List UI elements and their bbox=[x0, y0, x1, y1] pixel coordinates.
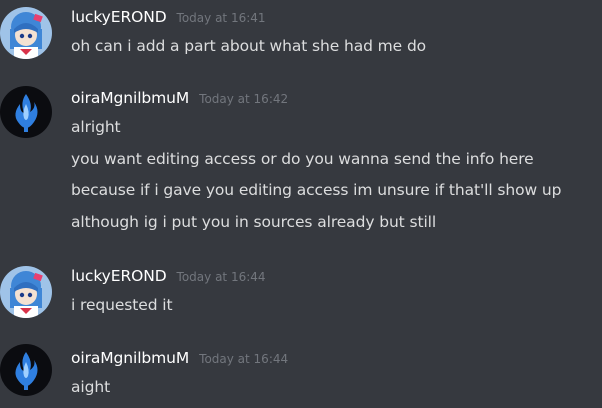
username[interactable]: luckyEROND bbox=[71, 8, 167, 26]
avatar[interactable] bbox=[0, 266, 52, 318]
timestamp[interactable]: Today at 16:42 bbox=[199, 92, 288, 106]
message-text: i requested it bbox=[71, 296, 173, 314]
message-text: because if i gave you editing access im … bbox=[71, 181, 562, 199]
timestamp[interactable]: Today at 16:44 bbox=[199, 352, 288, 366]
anime-character-avatar-icon bbox=[0, 7, 52, 59]
message-text: although ig i put you in sources already… bbox=[71, 213, 437, 231]
username[interactable]: oiraMgnilbmuM bbox=[71, 89, 189, 107]
timestamp[interactable]: Today at 16:44 bbox=[177, 270, 266, 284]
message-text: you want editing access or do you wanna … bbox=[71, 150, 534, 168]
avatar[interactable] bbox=[0, 344, 52, 396]
message-group: luckyEROND Today at 16:41 oh can i add a… bbox=[0, 0, 602, 60]
message-text: aight bbox=[71, 378, 111, 396]
avatar[interactable] bbox=[0, 86, 52, 138]
avatar[interactable] bbox=[0, 7, 52, 59]
blue-flame-avatar-icon bbox=[0, 86, 52, 138]
anime-character-avatar-icon bbox=[0, 266, 52, 318]
blue-flame-avatar-icon bbox=[0, 344, 52, 396]
username[interactable]: oiraMgnilbmuM bbox=[71, 349, 189, 367]
message-text: oh can i add a part about what she had m… bbox=[71, 37, 427, 55]
username[interactable]: luckyEROND bbox=[71, 267, 167, 285]
timestamp[interactable]: Today at 16:41 bbox=[177, 11, 266, 25]
message-text: alright bbox=[71, 118, 121, 136]
